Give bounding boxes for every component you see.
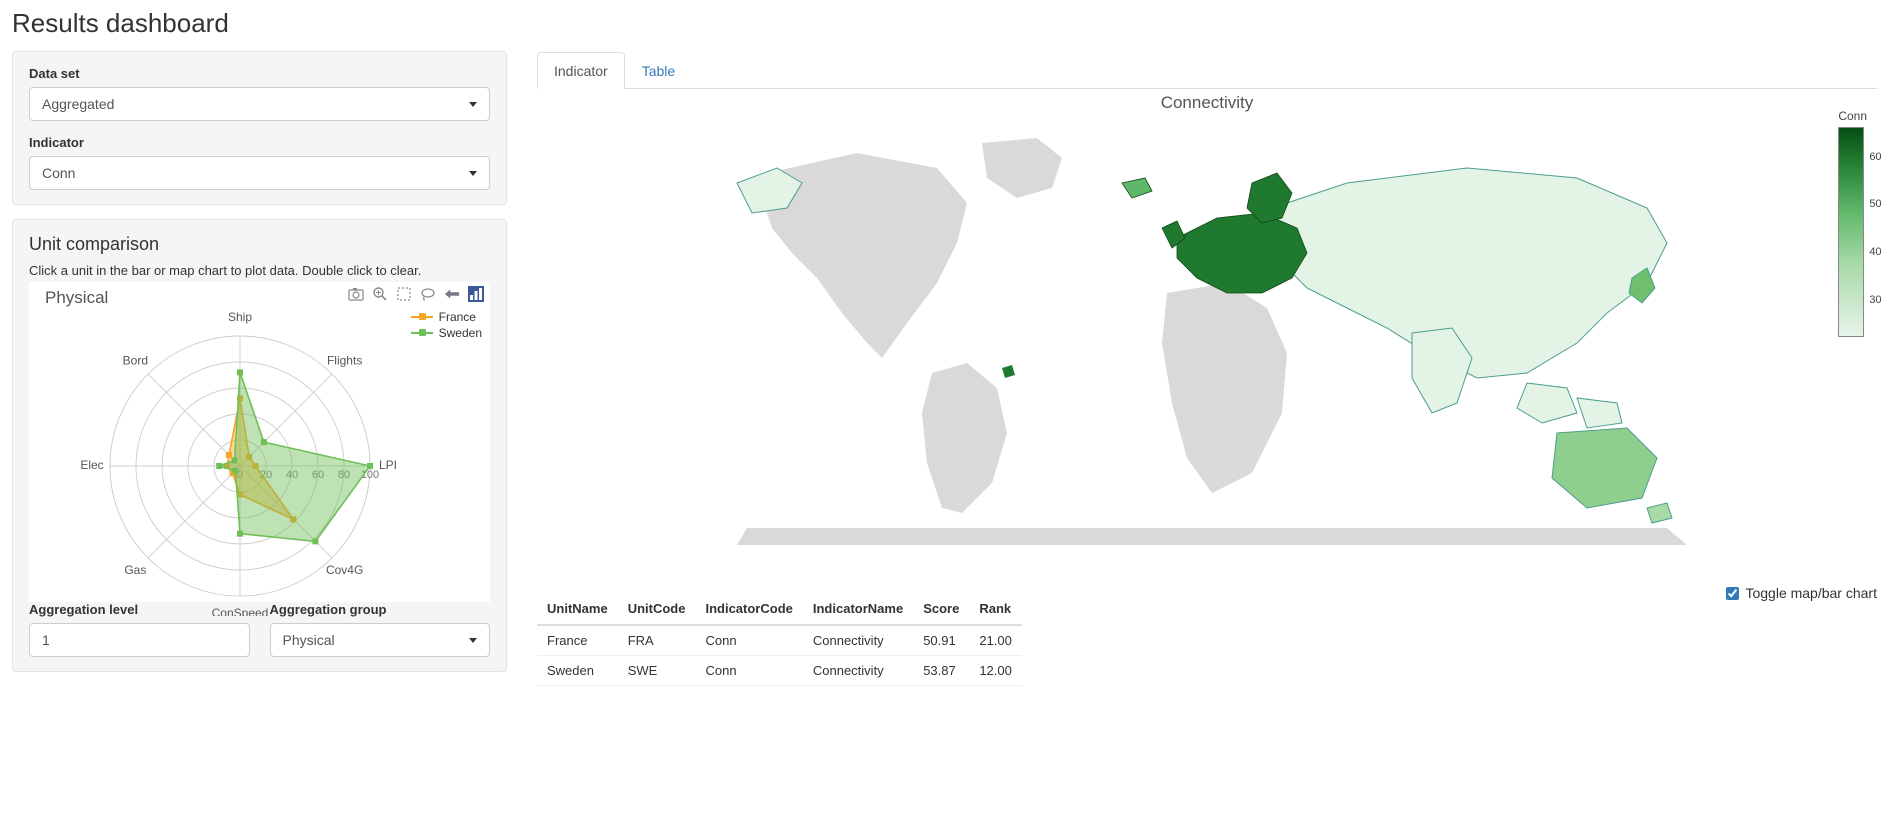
dataset-value: Aggregated	[42, 94, 114, 114]
table-cell: Connectivity	[803, 625, 913, 656]
indicator-label: Indicator	[29, 135, 490, 150]
chevron-down-icon	[469, 638, 477, 643]
agg-group-select[interactable]: Physical	[270, 623, 491, 657]
bar-chart-icon[interactable]	[468, 286, 484, 302]
svg-text:Ship: Ship	[227, 310, 251, 324]
agg-group-value: Physical	[283, 630, 335, 650]
table-cell: France	[537, 625, 618, 656]
tabs: Indicator Table	[537, 51, 1877, 89]
unit-comparison-well: Unit comparison Click a unit in the bar …	[12, 219, 507, 672]
page-title: Results dashboard	[12, 8, 1877, 39]
map-colorbar: Conn 30405060	[1838, 109, 1867, 337]
radar-chart[interactable]: Physical France Sweden ShipFlightsLPICov…	[29, 282, 490, 602]
table-header: Score	[913, 593, 969, 625]
controls-well: Data set Aggregated Indicator Conn	[12, 51, 507, 205]
dataset-label: Data set	[29, 66, 490, 81]
legend-item-sweden[interactable]: Sweden	[439, 326, 482, 340]
camera-icon[interactable]	[348, 286, 364, 302]
colorbar-title: Conn	[1838, 109, 1867, 123]
unit-comparison-title: Unit comparison	[29, 234, 490, 255]
box-select-icon[interactable]	[396, 286, 412, 302]
agg-level-input[interactable]	[29, 623, 250, 657]
table-cell: 12.00	[969, 656, 1022, 686]
tab-indicator[interactable]: Indicator	[537, 52, 625, 89]
unit-comparison-hint: Click a unit in the bar or map chart to …	[29, 263, 490, 278]
table-header: IndicatorCode	[695, 593, 802, 625]
toggle-map-bar[interactable]: Toggle map/bar chart	[1726, 581, 1877, 601]
table-cell: 21.00	[969, 625, 1022, 656]
table-row: SwedenSWEConnConnectivity53.8712.00	[537, 656, 1022, 686]
dataset-select[interactable]: Aggregated	[29, 87, 490, 121]
svg-text:Bord: Bord	[122, 354, 147, 368]
table-cell: Conn	[695, 656, 802, 686]
toggle-map-bar-checkbox[interactable]	[1726, 587, 1739, 600]
table-row: FranceFRAConnConnectivity50.9121.00	[537, 625, 1022, 656]
table-header: Rank	[969, 593, 1022, 625]
table-cell: SWE	[618, 656, 696, 686]
svg-text:Gas: Gas	[124, 563, 146, 577]
table-header: IndicatorName	[803, 593, 913, 625]
svg-text:ConSpeed: ConSpeed	[211, 606, 268, 616]
svg-text:Cov4G: Cov4G	[325, 563, 362, 577]
chevron-down-icon	[469, 102, 477, 107]
reset-icon[interactable]	[444, 286, 460, 302]
svg-text:LPI: LPI	[378, 458, 396, 472]
svg-text:Elec: Elec	[80, 458, 103, 472]
indicator-value: Conn	[42, 163, 75, 183]
chevron-down-icon	[469, 171, 477, 176]
toggle-map-bar-label: Toggle map/bar chart	[1745, 585, 1877, 601]
table-cell: Conn	[695, 625, 802, 656]
table-cell: 53.87	[913, 656, 969, 686]
table-cell: Sweden	[537, 656, 618, 686]
lasso-icon[interactable]	[420, 286, 436, 302]
map-chart[interactable]: Connectivity	[537, 89, 1877, 569]
chart-toolbar	[348, 286, 484, 302]
table-cell: Connectivity	[803, 656, 913, 686]
map-title: Connectivity	[537, 89, 1877, 113]
tab-table[interactable]: Table	[625, 52, 692, 89]
table-cell: FRA	[618, 625, 696, 656]
indicator-select[interactable]: Conn	[29, 156, 490, 190]
svg-text:Flights: Flights	[326, 354, 361, 368]
results-table: UnitNameUnitCodeIndicatorCodeIndicatorNa…	[537, 593, 1022, 686]
table-header: UnitCode	[618, 593, 696, 625]
zoom-icon[interactable]	[372, 286, 388, 302]
table-cell: 50.91	[913, 625, 969, 656]
radar-chart-title: Physical	[45, 288, 108, 308]
table-header: UnitName	[537, 593, 618, 625]
